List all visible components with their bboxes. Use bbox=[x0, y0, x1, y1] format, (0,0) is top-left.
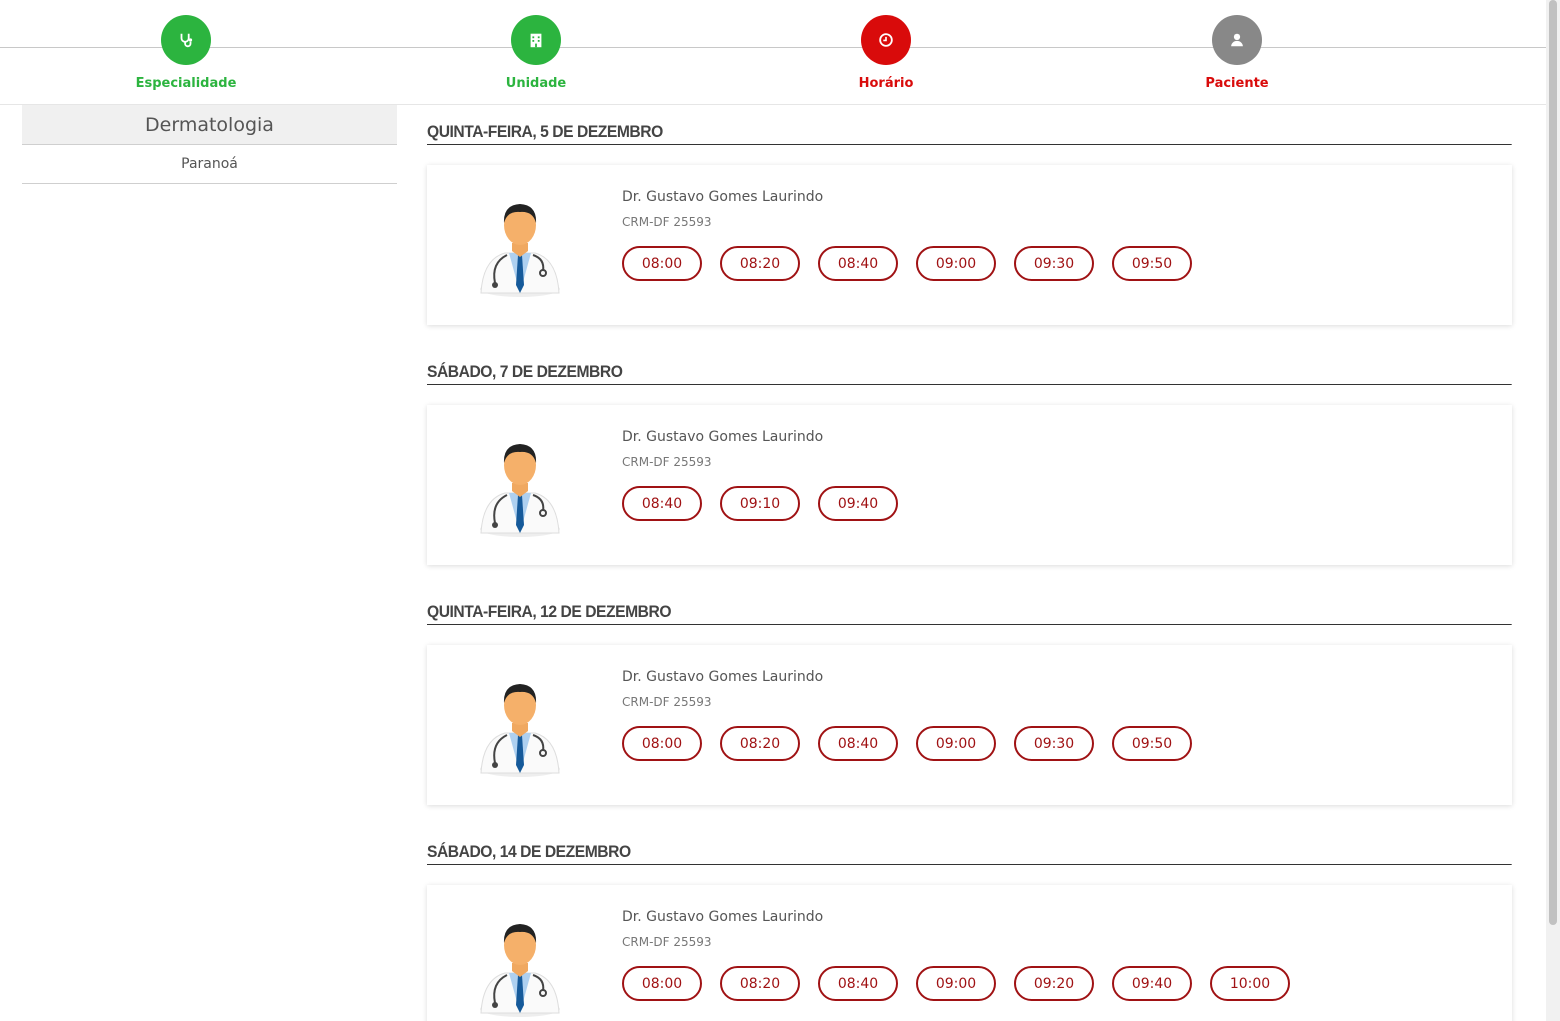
selected-specialty[interactable]: Dermatologia bbox=[22, 105, 397, 145]
day-title: SÁBADO, 14 DE DEZEMBRO bbox=[427, 825, 1512, 865]
time-slot-button[interactable]: 09:00 bbox=[916, 966, 996, 1001]
time-slot-button[interactable]: 08:00 bbox=[622, 246, 702, 281]
time-slot-button[interactable]: 10:00 bbox=[1210, 966, 1290, 1001]
doctor-card: Dr. Gustavo Gomes Laurindo CRM-DF 25593 … bbox=[427, 645, 1512, 805]
day-section: QUINTA-FEIRA, 5 DE DEZEMBRO Dr. Gustavo … bbox=[427, 105, 1512, 345]
time-slot-button[interactable]: 08:20 bbox=[720, 246, 800, 281]
step-circle[interactable] bbox=[1212, 15, 1262, 65]
doctor-name: Dr. Gustavo Gomes Laurindo bbox=[622, 669, 824, 685]
doctor-crm: CRM-DF 25593 bbox=[622, 695, 712, 709]
doctor-name: Dr. Gustavo Gomes Laurindo bbox=[622, 909, 824, 925]
time-slot-button[interactable]: 09:40 bbox=[1112, 966, 1192, 1001]
day-title: QUINTA-FEIRA, 5 DE DEZEMBRO bbox=[427, 105, 1512, 145]
doctor-info: Dr. Gustavo Gomes Laurindo CRM-DF 25593 … bbox=[622, 187, 1192, 281]
time-slot-button[interactable]: 08:00 bbox=[622, 726, 702, 761]
time-slot-button[interactable]: 08:40 bbox=[818, 966, 898, 1001]
time-slot-button[interactable]: 08:20 bbox=[720, 726, 800, 761]
time-slot-button[interactable]: 08:00 bbox=[622, 966, 702, 1001]
time-slot-button[interactable]: 08:20 bbox=[720, 966, 800, 1001]
doctor-name: Dr. Gustavo Gomes Laurindo bbox=[622, 189, 824, 205]
doctor-info: Dr. Gustavo Gomes Laurindo CRM-DF 25593 … bbox=[622, 667, 1192, 761]
selected-unit[interactable]: Paranoá bbox=[22, 145, 397, 184]
stethoscope-icon bbox=[180, 33, 193, 48]
time-slot-button[interactable]: 09:50 bbox=[1112, 246, 1192, 281]
doctor-card: Dr. Gustavo Gomes Laurindo CRM-DF 25593 … bbox=[427, 885, 1512, 1021]
step-label: Especialidade bbox=[135, 76, 237, 91]
time-slot-list: 08:00 08:20 08:40 09:00 09:30 09:50 bbox=[622, 246, 1192, 281]
progress-stepper: Especialidade Unidade Horário Paciente bbox=[0, 0, 1546, 105]
step-paciente[interactable]: Paciente bbox=[1137, 15, 1337, 91]
time-slot-button[interactable]: 09:20 bbox=[1014, 966, 1094, 1001]
day-title: QUINTA-FEIRA, 12 DE DEZEMBRO bbox=[427, 585, 1512, 625]
time-slot-button[interactable]: 09:00 bbox=[916, 246, 996, 281]
hospital-building-icon bbox=[530, 33, 542, 48]
time-slot-button[interactable]: 09:00 bbox=[916, 726, 996, 761]
step-horario[interactable]: Horário bbox=[786, 15, 986, 91]
doctor-crm: CRM-DF 25593 bbox=[622, 935, 712, 949]
step-circle[interactable] bbox=[511, 15, 561, 65]
doctor-avatar bbox=[480, 444, 560, 537]
step-label: Unidade bbox=[505, 76, 567, 91]
user-icon bbox=[1231, 33, 1243, 47]
step-unidade[interactable]: Unidade bbox=[436, 15, 636, 91]
step-especialidade[interactable]: Especialidade bbox=[86, 15, 286, 91]
time-slot-button[interactable]: 09:10 bbox=[720, 486, 800, 521]
doctor-card: Dr. Gustavo Gomes Laurindo CRM-DF 25593 … bbox=[427, 165, 1512, 325]
doctor-avatar bbox=[480, 924, 560, 1017]
time-slot-button[interactable]: 08:40 bbox=[818, 246, 898, 281]
step-label: Horário bbox=[858, 76, 914, 91]
doctor-avatar bbox=[480, 684, 560, 777]
time-slot-button[interactable]: 09:30 bbox=[1014, 246, 1094, 281]
clock-icon bbox=[879, 33, 893, 47]
time-slot-button[interactable]: 09:50 bbox=[1112, 726, 1192, 761]
doctor-name: Dr. Gustavo Gomes Laurindo bbox=[622, 429, 824, 445]
doctor-info: Dr. Gustavo Gomes Laurindo CRM-DF 25593 … bbox=[622, 427, 898, 521]
doctor-crm: CRM-DF 25593 bbox=[622, 215, 712, 229]
doctor-card: Dr. Gustavo Gomes Laurindo CRM-DF 25593 … bbox=[427, 405, 1512, 565]
day-section: QUINTA-FEIRA, 12 DE DEZEMBRO Dr. Gustavo… bbox=[427, 585, 1512, 825]
time-slot-button[interactable]: 09:40 bbox=[818, 486, 898, 521]
page-scrollbar[interactable] bbox=[1546, 0, 1560, 1021]
doctor-info: Dr. Gustavo Gomes Laurindo CRM-DF 25593 … bbox=[622, 907, 1290, 1001]
time-slot-list: 08:00 08:20 08:40 09:00 09:30 09:50 bbox=[622, 726, 1192, 761]
time-slot-list: 08:00 08:20 08:40 09:00 09:20 09:40 10:00 bbox=[622, 966, 1290, 1001]
time-slot-button[interactable]: 09:30 bbox=[1014, 726, 1094, 761]
day-section: SÁBADO, 7 DE DEZEMBRO Dr. Gustavo Gomes … bbox=[427, 345, 1512, 585]
scrollbar-thumb[interactable] bbox=[1549, 0, 1557, 925]
time-slot-button[interactable]: 08:40 bbox=[622, 486, 702, 521]
step-circle[interactable] bbox=[161, 15, 211, 65]
time-slot-list: 08:40 09:10 09:40 bbox=[622, 486, 898, 521]
doctor-avatar bbox=[480, 204, 560, 297]
day-section: SÁBADO, 14 DE DEZEMBRO Dr. Gustavo Gomes… bbox=[427, 825, 1512, 1021]
time-slot-button[interactable]: 08:40 bbox=[818, 726, 898, 761]
selection-summary: Dermatologia Paranoá bbox=[22, 105, 397, 184]
step-circle[interactable] bbox=[861, 15, 911, 65]
schedule-list: QUINTA-FEIRA, 5 DE DEZEMBRO Dr. Gustavo … bbox=[427, 105, 1512, 1021]
doctor-crm: CRM-DF 25593 bbox=[622, 455, 712, 469]
day-title: SÁBADO, 7 DE DEZEMBRO bbox=[427, 345, 1512, 385]
step-label: Paciente bbox=[1205, 76, 1269, 91]
